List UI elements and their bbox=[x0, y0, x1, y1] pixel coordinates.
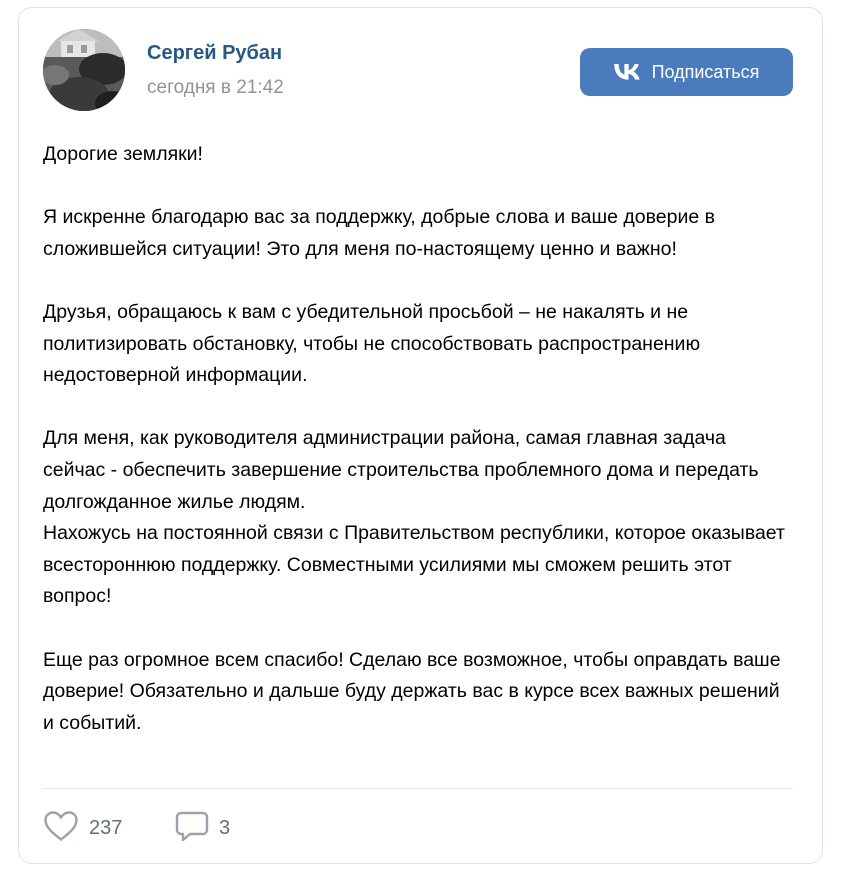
post-paragraph: Еще раз огромное всем спасибо! Сделаю вс… bbox=[43, 648, 781, 734]
post-paragraph: Друзья, обращаюсь к вам с убедительной п… bbox=[43, 300, 701, 387]
post-paragraph: Я искренне благодарю вас за поддержку, д… bbox=[43, 206, 715, 260]
post-timestamp[interactable]: сегодня в 21:42 bbox=[147, 77, 284, 99]
post-card: Сергей Рубан сегодня в 21:42 Подписаться… bbox=[18, 7, 823, 864]
like-count: 237 bbox=[89, 816, 123, 839]
comment-count: 3 bbox=[219, 816, 231, 839]
heart-icon bbox=[43, 810, 79, 847]
author-name[interactable]: Сергей Рубан bbox=[147, 42, 282, 65]
vk-logo-icon bbox=[613, 64, 640, 80]
divider bbox=[43, 788, 793, 789]
post-paragraph: Дорогие земляки! bbox=[43, 143, 203, 165]
subscribe-button-label: Подписаться bbox=[651, 61, 760, 82]
subscribe-button[interactable]: Подписаться bbox=[580, 48, 793, 96]
comment-icon bbox=[175, 810, 209, 847]
post-text: Дорогие земляки! Я искренне благодарю ва… bbox=[43, 139, 793, 739]
comment-button[interactable]: 3 bbox=[175, 808, 230, 848]
like-button[interactable]: 237 bbox=[43, 808, 122, 848]
post-paragraph: Для меня, как руководителя администрации… bbox=[43, 427, 759, 513]
avatar[interactable] bbox=[43, 29, 125, 111]
post-paragraph: Нахожусь на постоянной связи с Правитель… bbox=[43, 522, 785, 608]
